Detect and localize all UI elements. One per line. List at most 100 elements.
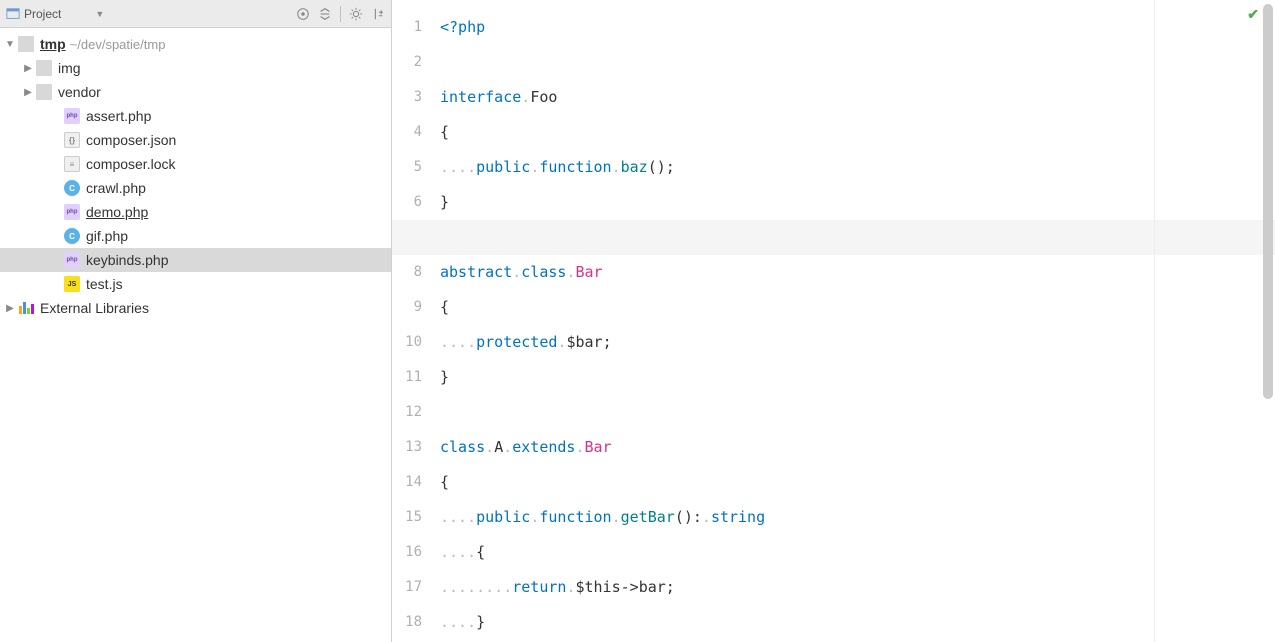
code-line[interactable]: class.A.extends.Bar bbox=[436, 430, 1275, 465]
gear-icon[interactable] bbox=[349, 7, 363, 21]
gutter: 123456789101112131415161718 bbox=[392, 0, 436, 642]
project-label: Project bbox=[24, 7, 61, 21]
tree-root[interactable]: ▼ tmp ~/dev/spatie/tmp bbox=[0, 32, 391, 56]
class-file-icon: C bbox=[64, 228, 80, 244]
folder-icon bbox=[36, 84, 52, 100]
collapse-icon[interactable] bbox=[318, 7, 332, 21]
tree-file[interactable]: ▶phpdemo.php bbox=[0, 200, 391, 224]
line-number: 4 bbox=[392, 115, 436, 150]
line-number: 9 bbox=[392, 290, 436, 325]
tree-item-label: demo.php bbox=[86, 204, 148, 220]
token-keyword: return bbox=[512, 578, 566, 596]
library-icon bbox=[18, 300, 34, 316]
line-number: 3 bbox=[392, 80, 436, 115]
token-keyword: function bbox=[539, 158, 611, 176]
code-line[interactable] bbox=[436, 395, 1275, 430]
token-punct: } bbox=[476, 613, 485, 631]
php-file-icon: php bbox=[64, 252, 80, 268]
scrollbar[interactable] bbox=[1263, 4, 1273, 404]
tree-item-label: crawl.php bbox=[86, 180, 146, 196]
token-class: Bar bbox=[575, 263, 602, 281]
token-dot: . bbox=[530, 158, 539, 176]
php-file-icon: php bbox=[64, 204, 80, 220]
tree-file[interactable]: ▶phpassert.php bbox=[0, 104, 391, 128]
hide-icon[interactable] bbox=[371, 7, 385, 21]
code-line[interactable] bbox=[436, 45, 1275, 80]
tree-file[interactable]: ▶≡composer.lock bbox=[0, 152, 391, 176]
line-number: 18 bbox=[392, 605, 436, 640]
tree-folder[interactable]: ▶img bbox=[0, 56, 391, 80]
token-class: Bar bbox=[585, 438, 612, 456]
token-dot: . bbox=[503, 438, 512, 456]
target-icon[interactable] bbox=[296, 7, 310, 21]
folder-icon bbox=[36, 60, 52, 76]
token-keyword: <?php bbox=[440, 18, 485, 36]
divider bbox=[340, 6, 341, 22]
tree-file[interactable]: ▶Ccrawl.php bbox=[0, 176, 391, 200]
line-number: 10 bbox=[392, 325, 436, 360]
code-line[interactable] bbox=[392, 220, 1275, 255]
code-line[interactable]: abstract.class.Bar bbox=[436, 255, 1275, 290]
token-punct: ; bbox=[603, 333, 612, 351]
token-plain: Foo bbox=[530, 88, 557, 106]
code-area[interactable]: <?phpinterface.Foo{....public.function.b… bbox=[436, 0, 1275, 642]
project-selector[interactable]: Project ▼ bbox=[6, 7, 104, 21]
tree-file[interactable]: ▶Cgif.php bbox=[0, 224, 391, 248]
lock-file-icon: ≡ bbox=[64, 156, 80, 172]
token-dot: . bbox=[530, 508, 539, 526]
code-line[interactable]: ....protected.$bar; bbox=[436, 325, 1275, 360]
code-line[interactable]: ....{ bbox=[436, 535, 1275, 570]
class-file-icon: C bbox=[64, 180, 80, 196]
token-keyword: extends bbox=[512, 438, 575, 456]
code-line[interactable]: ........return.$this->bar; bbox=[436, 570, 1275, 605]
tree-folder[interactable]: ▶vendor bbox=[0, 80, 391, 104]
code-line[interactable]: } bbox=[436, 360, 1275, 395]
token-keyword: protected bbox=[476, 333, 557, 351]
code-line[interactable]: { bbox=[436, 465, 1275, 500]
line-number: 14 bbox=[392, 465, 436, 500]
token-pale: ........ bbox=[440, 578, 512, 596]
tree-file[interactable]: ▶JStest.js bbox=[0, 272, 391, 296]
token-dot: . bbox=[612, 158, 621, 176]
token-keyword: public bbox=[476, 158, 530, 176]
code-line[interactable]: { bbox=[436, 290, 1275, 325]
code-line[interactable]: { bbox=[436, 115, 1275, 150]
token-dot: . bbox=[612, 508, 621, 526]
tree-file[interactable]: ▶{}composer.json bbox=[0, 128, 391, 152]
code-line[interactable]: ....public.function.getBar():.string bbox=[436, 500, 1275, 535]
tree-item-label: keybinds.php bbox=[86, 252, 169, 268]
token-func: getBar bbox=[621, 508, 675, 526]
code-line[interactable]: ....public.function.baz(); bbox=[436, 150, 1275, 185]
token-keyword: function bbox=[539, 508, 611, 526]
chevron-down-icon: ▼ bbox=[4, 39, 16, 50]
json-file-icon: {} bbox=[64, 132, 80, 148]
token-punct: ; bbox=[666, 578, 675, 596]
code-line[interactable]: interface.Foo bbox=[436, 80, 1275, 115]
right-margin bbox=[1154, 0, 1155, 642]
scrollbar-thumb[interactable] bbox=[1263, 4, 1273, 399]
chevron-down-icon: ▼ bbox=[95, 9, 104, 19]
project-sidebar: Project ▼ ▼ tmp ~/dev/spatie/tmp ▶img▶ve… bbox=[0, 0, 392, 642]
chevron-right-icon: ▶ bbox=[4, 303, 16, 314]
code-line[interactable]: <?php bbox=[436, 10, 1275, 45]
tree-root-path: ~/dev/spatie/tmp bbox=[70, 37, 166, 52]
sidebar-toolbar bbox=[296, 6, 385, 22]
token-punct: { bbox=[440, 473, 449, 491]
external-libraries[interactable]: ▶ External Libraries bbox=[0, 296, 391, 320]
code-line[interactable]: ....} bbox=[436, 605, 1275, 640]
token-punct: } bbox=[440, 193, 449, 211]
token-punct: { bbox=[440, 298, 449, 316]
tree-item-label: vendor bbox=[58, 84, 101, 100]
file-tree: ▼ tmp ~/dev/spatie/tmp ▶img▶vendor▶phpas… bbox=[0, 28, 391, 642]
code-line[interactable]: } bbox=[436, 185, 1275, 220]
line-number: 13 bbox=[392, 430, 436, 465]
code-editor[interactable]: 123456789101112131415161718 <?phpinterfa… bbox=[392, 0, 1275, 642]
tree-file[interactable]: ▶phpkeybinds.php bbox=[0, 248, 391, 272]
line-number: 8 bbox=[392, 255, 436, 290]
token-plain: A bbox=[494, 438, 503, 456]
js-file-icon: JS bbox=[64, 276, 80, 292]
line-number: 15 bbox=[392, 500, 436, 535]
inspection-ok-icon[interactable]: ✔ bbox=[1247, 6, 1259, 23]
token-punct: (); bbox=[648, 158, 675, 176]
tree-item-label: test.js bbox=[86, 276, 123, 292]
